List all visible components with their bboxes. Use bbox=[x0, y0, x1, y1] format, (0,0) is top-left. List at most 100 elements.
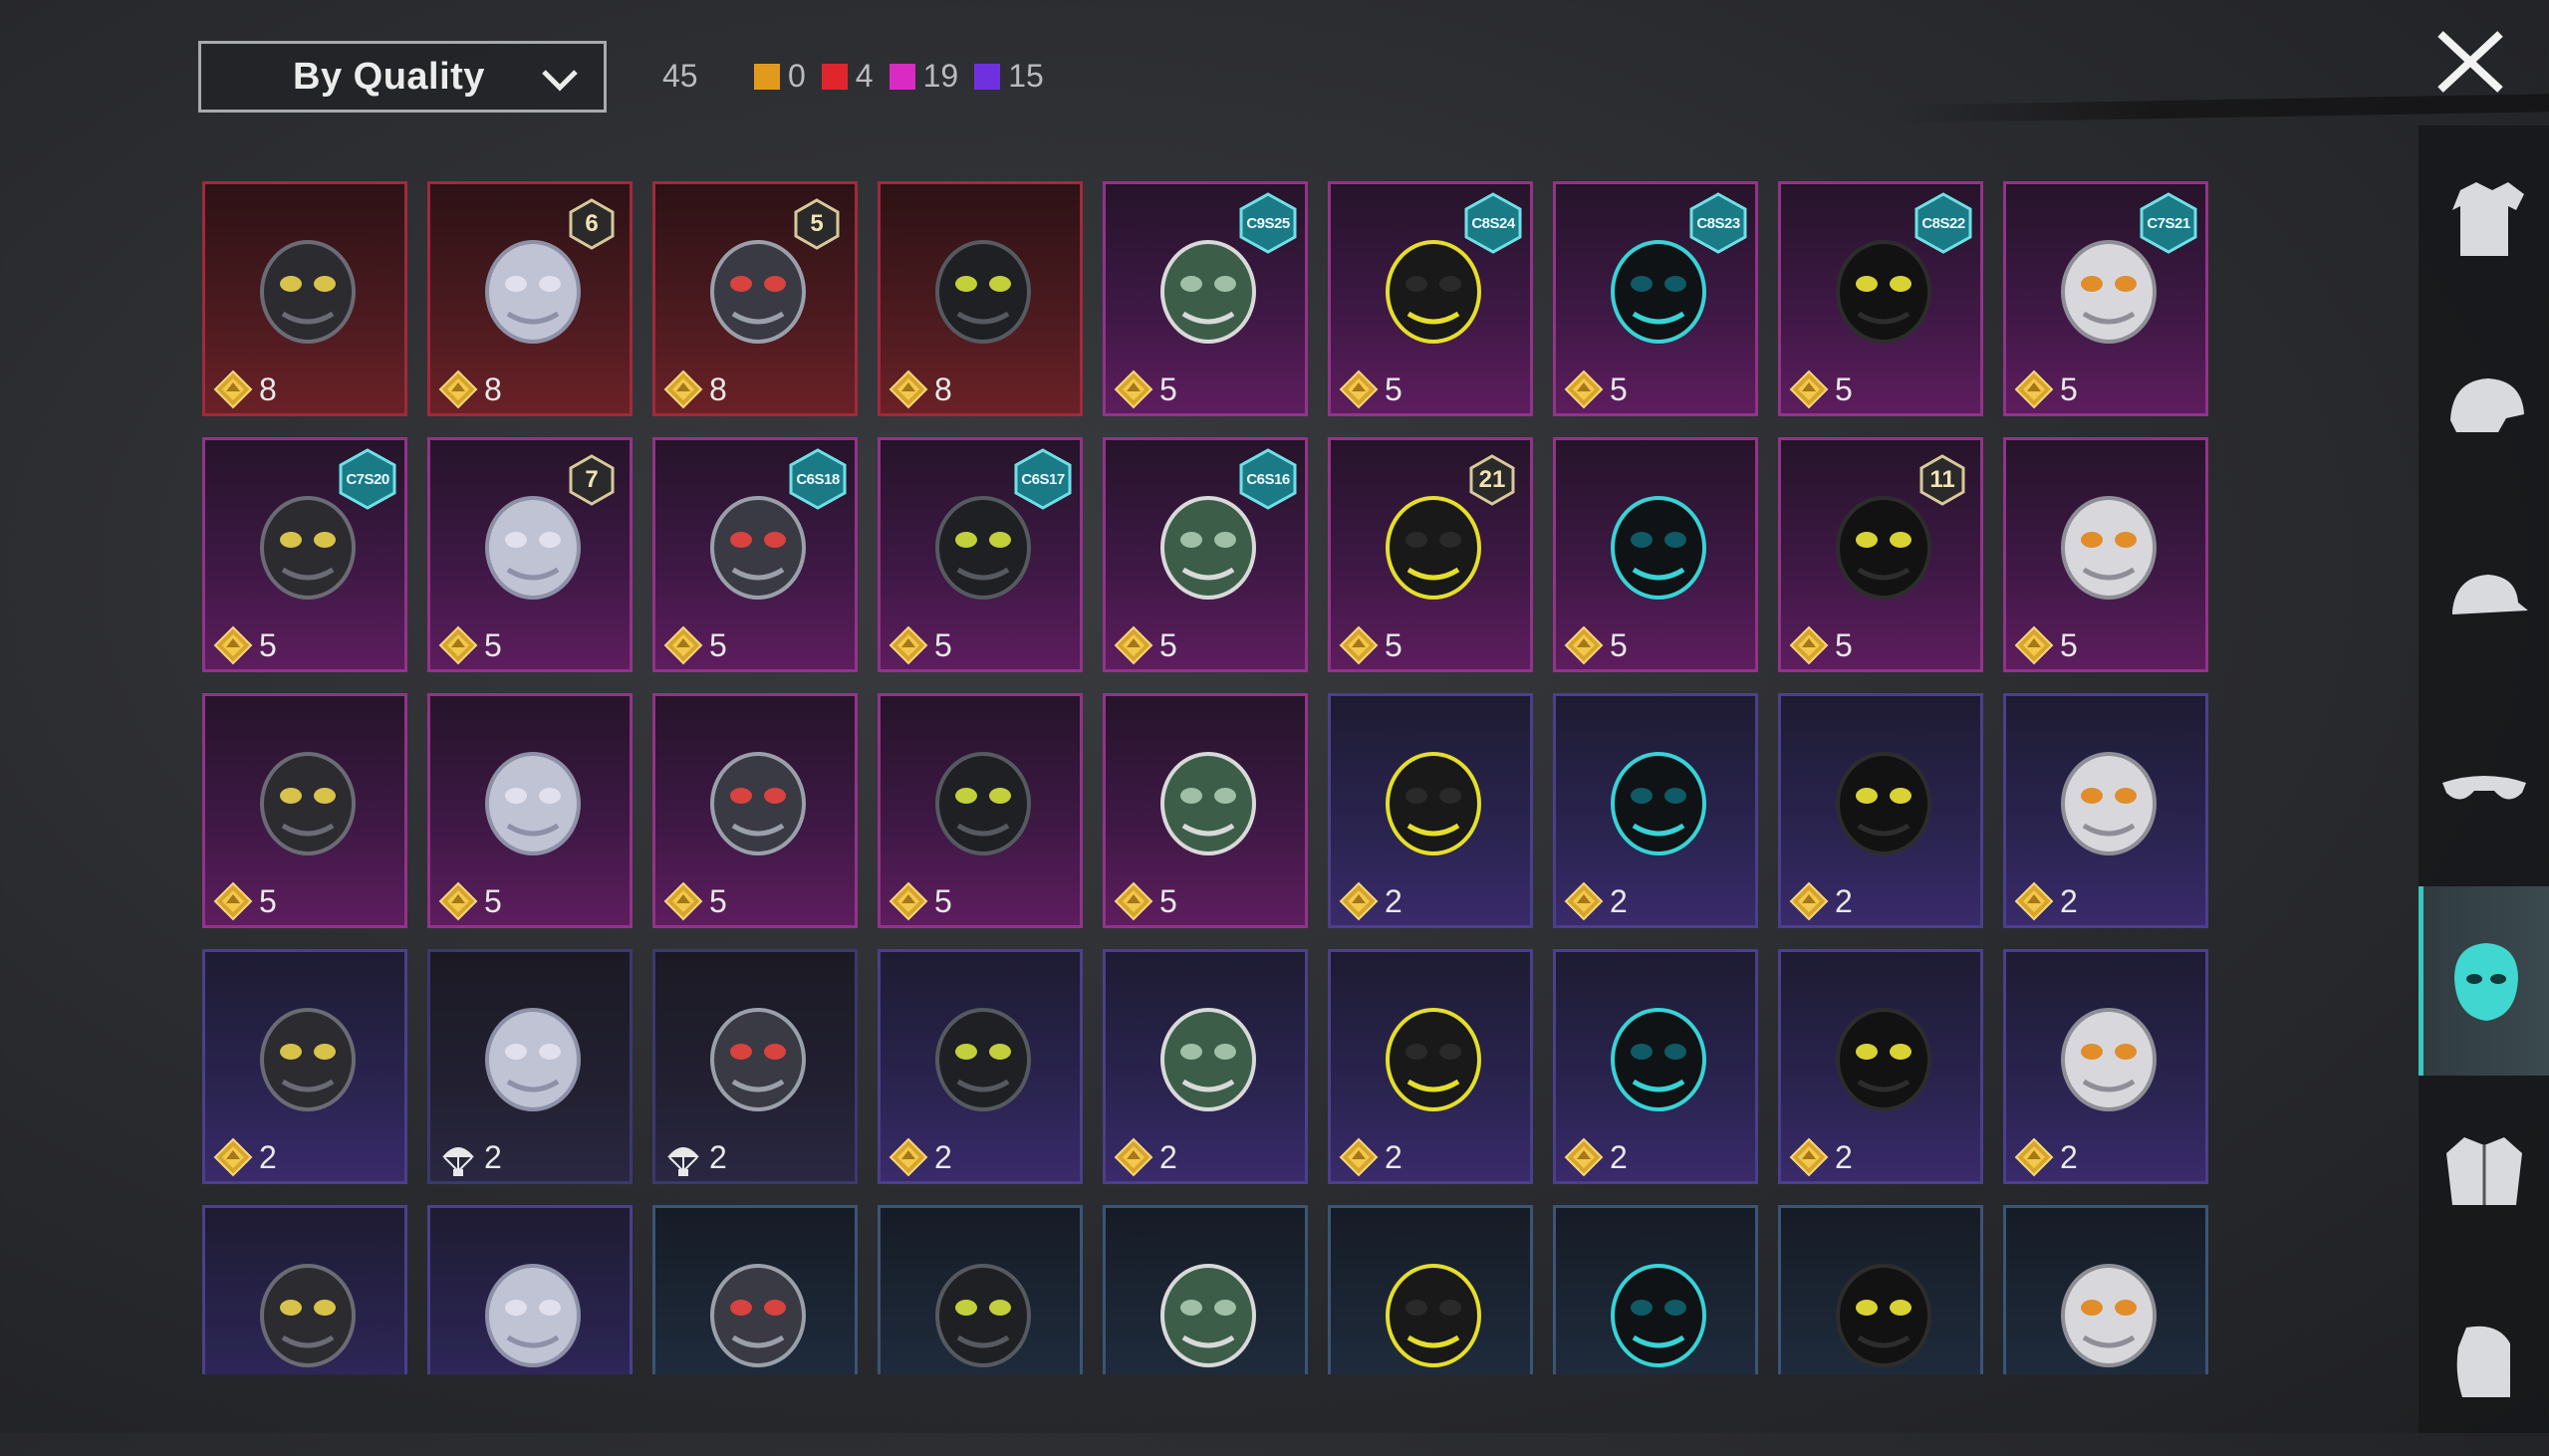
item-tile[interactable] bbox=[652, 1205, 858, 1374]
cap-category[interactable] bbox=[2419, 506, 2549, 695]
mammoth-mask-icon bbox=[1836, 752, 1931, 855]
item-tile[interactable]: C8S24 5 bbox=[1328, 181, 1533, 416]
item-price-value: 8 bbox=[934, 370, 952, 407]
gold-coin-icon bbox=[663, 369, 703, 409]
item-tile[interactable]: C7S20 5 bbox=[202, 437, 407, 672]
item-tile[interactable]: 5 bbox=[1553, 437, 1758, 672]
item-tile[interactable]: 2 bbox=[1103, 949, 1308, 1184]
item-tile[interactable]: 11 5 bbox=[1778, 437, 1983, 672]
item-tile[interactable]: 7 5 bbox=[427, 437, 633, 672]
quality-swatch bbox=[974, 63, 1001, 90]
item-tile[interactable]: 5 bbox=[202, 693, 407, 928]
item-tile[interactable]: 2 bbox=[1778, 949, 1983, 1184]
item-tile[interactable] bbox=[1328, 1205, 1533, 1374]
item-tile[interactable]: C7S21 5 bbox=[2003, 181, 2208, 416]
item-tile[interactable]: 2 bbox=[427, 949, 633, 1184]
mask-icon bbox=[2454, 943, 2518, 1021]
item-tile[interactable] bbox=[1778, 1205, 1983, 1374]
item-tile[interactable] bbox=[1103, 1205, 1308, 1374]
item-price: 8 bbox=[438, 369, 502, 409]
season-badge-label: C6S17 bbox=[1021, 470, 1065, 488]
skull-bandana-icon bbox=[260, 752, 356, 855]
item-tile[interactable] bbox=[2003, 1205, 2208, 1374]
item-tile[interactable]: C6S16 5 bbox=[1103, 437, 1308, 672]
item-price-value: 2 bbox=[1159, 1138, 1177, 1175]
bronze-skull-mask-icon bbox=[710, 1264, 806, 1367]
season-badge: C6S16 bbox=[1237, 448, 1299, 510]
jacket-icon bbox=[2445, 1137, 2522, 1205]
gold-coin-icon bbox=[438, 369, 478, 409]
item-tile[interactable]: 5 bbox=[1103, 693, 1308, 928]
usa-flag-bandana-icon bbox=[485, 1264, 581, 1367]
item-tile[interactable] bbox=[878, 1205, 1083, 1374]
item-tile[interactable]: C8S23 5 bbox=[1553, 181, 1758, 416]
face-category[interactable] bbox=[2419, 1267, 2549, 1456]
clown-mask-icon bbox=[2061, 496, 2157, 600]
item-price-value: 8 bbox=[259, 370, 277, 407]
item-tile[interactable]: 5 bbox=[652, 693, 858, 928]
item-tile[interactable]: C6S17 5 bbox=[878, 437, 1083, 672]
season-badge-label: C7S21 bbox=[2147, 214, 2190, 232]
helmet-category[interactable] bbox=[2419, 316, 2549, 505]
quality-count: 15 bbox=[974, 58, 1044, 95]
gold-coin-icon bbox=[889, 369, 928, 409]
glasses-category[interactable] bbox=[2419, 696, 2549, 885]
item-price: 2 bbox=[663, 1137, 727, 1177]
season-badge: C7S21 bbox=[2138, 192, 2199, 254]
item-tile[interactable]: 2 bbox=[202, 949, 407, 1184]
item-tile[interactable]: C6S18 5 bbox=[652, 437, 858, 672]
item-tile[interactable]: 21 5 bbox=[1328, 437, 1533, 672]
item-tile[interactable]: 2 bbox=[1553, 949, 1758, 1184]
gold-coin-icon bbox=[2014, 625, 2054, 665]
jacket-category[interactable] bbox=[2419, 1077, 2549, 1266]
gold-coin-icon bbox=[1114, 1137, 1153, 1177]
item-tile[interactable]: 2 bbox=[1328, 949, 1533, 1184]
outfit-category[interactable] bbox=[2419, 125, 2549, 315]
item-tile[interactable]: 5 bbox=[427, 693, 633, 928]
quality-count-value: 0 bbox=[788, 58, 806, 94]
item-tile[interactable]: 2 bbox=[878, 949, 1083, 1184]
item-tile[interactable]: 5 bbox=[878, 693, 1083, 928]
item-tile[interactable]: 2 bbox=[2003, 949, 2208, 1184]
item-tile[interactable]: 5 bbox=[2003, 437, 2208, 672]
gold-coin-icon bbox=[663, 881, 703, 921]
level-badge: 21 bbox=[1468, 454, 1516, 506]
item-price: 2 bbox=[1789, 881, 1853, 921]
level-badge: 5 bbox=[793, 198, 841, 250]
gold-coin-icon bbox=[1114, 625, 1153, 665]
gold-coin-icon bbox=[1339, 369, 1379, 409]
item-tile[interactable] bbox=[202, 1205, 407, 1374]
item-price-value: 2 bbox=[2060, 1138, 2078, 1175]
item-tile[interactable]: 2 bbox=[1328, 693, 1533, 928]
mask-category[interactable] bbox=[2419, 886, 2549, 1076]
item-tile[interactable]: 2 bbox=[1778, 693, 1983, 928]
item-price-value: 5 bbox=[934, 626, 952, 663]
close-icon[interactable] bbox=[2430, 28, 2510, 96]
item-price-value: 2 bbox=[259, 1138, 277, 1175]
item-tile[interactable]: C8S22 5 bbox=[1778, 181, 1983, 416]
item-tile[interactable] bbox=[427, 1205, 633, 1374]
item-tile[interactable]: 2 bbox=[2003, 693, 2208, 928]
item-tile[interactable]: 2 bbox=[652, 949, 858, 1184]
bandage-wrap-icon bbox=[1386, 1008, 1481, 1111]
item-price: 5 bbox=[213, 881, 277, 921]
item-tile[interactable] bbox=[1553, 1205, 1758, 1374]
item-price-value: 5 bbox=[934, 882, 952, 919]
item-tile[interactable]: 8 bbox=[202, 181, 407, 416]
item-tile[interactable]: 6 8 bbox=[427, 181, 633, 416]
gold-coin-icon bbox=[889, 625, 928, 665]
season-badge: C7S20 bbox=[337, 448, 398, 510]
item-price: 2 bbox=[438, 1137, 502, 1177]
item-tile[interactable]: 8 bbox=[878, 181, 1083, 416]
gold-pink-mask-icon bbox=[1611, 1264, 1706, 1367]
cap-icon bbox=[2451, 575, 2528, 614]
sort-dropdown-label: By Quality bbox=[293, 55, 485, 98]
chevron-down-icon bbox=[542, 70, 578, 92]
season-badge: C9S25 bbox=[1237, 192, 1299, 254]
item-tile[interactable]: 5 8 bbox=[652, 181, 858, 416]
purple-theatre-mask-icon bbox=[1386, 1264, 1481, 1367]
season-badge: C6S18 bbox=[787, 448, 849, 510]
sort-dropdown[interactable]: By Quality bbox=[198, 41, 607, 113]
item-tile[interactable]: C9S25 5 bbox=[1103, 181, 1308, 416]
item-tile[interactable]: 2 bbox=[1553, 693, 1758, 928]
